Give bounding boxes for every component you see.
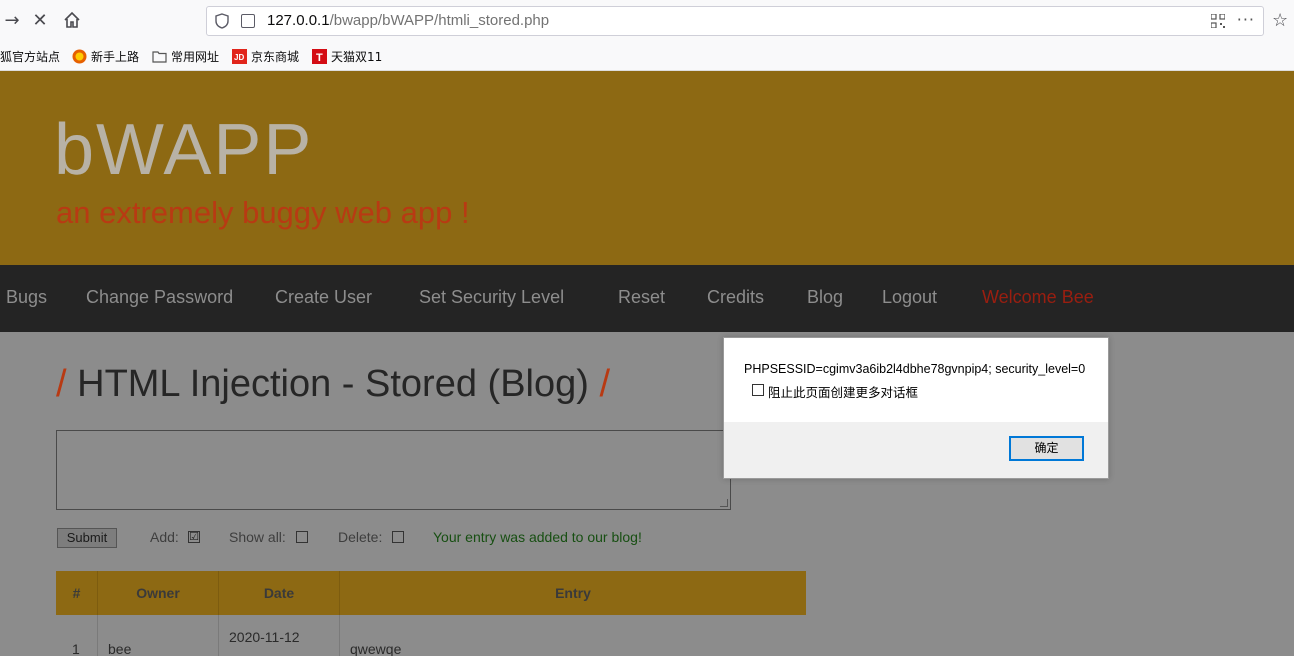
page-actions-icon[interactable]: ···	[1237, 10, 1255, 29]
bookmark-label: 狐官方站点	[0, 50, 61, 64]
site-logo: bWAPP	[54, 110, 314, 190]
header-owner: Owner	[98, 571, 219, 615]
menu-logout[interactable]: Logout	[882, 287, 937, 308]
resize-grip-icon[interactable]	[720, 499, 728, 507]
prevent-dialogs-checkbox[interactable]	[752, 384, 764, 396]
tracking-shield-icon[interactable]	[215, 13, 229, 29]
title-text: HTML Injection - Stored (Blog)	[77, 363, 589, 405]
ok-button[interactable]: 确定	[1009, 436, 1084, 461]
delete-checkbox[interactable]	[392, 531, 404, 543]
url-path: /bwapp/bWAPP/htmli_stored.php	[329, 12, 550, 29]
cell-date: 2020-11-12	[219, 615, 340, 656]
blog-entry-textarea[interactable]	[56, 430, 731, 510]
table-row: 1 bee 2020-11-12 qwewqe	[56, 615, 806, 656]
qr-code-icon[interactable]	[1211, 14, 1225, 28]
title-slash-right: /	[599, 363, 611, 405]
folder-icon	[152, 51, 167, 63]
svg-text:T: T	[316, 52, 323, 64]
home-icon[interactable]	[60, 8, 84, 32]
jd-logo-icon: JD	[232, 49, 247, 64]
status-message: Your entry was added to our blog!	[433, 529, 642, 545]
menu-create-user[interactable]: Create User	[275, 287, 372, 308]
bookmark-common-sites[interactable]: 常用网址	[152, 48, 219, 65]
cell-number: 1	[56, 615, 98, 656]
page-info-icon[interactable]	[241, 14, 255, 28]
menu-reset[interactable]: Reset	[618, 287, 665, 308]
page-title: / HTML Injection - Stored (Blog) /	[56, 363, 610, 406]
url-host: 127.0.0.1	[267, 12, 330, 29]
title-slash-left: /	[56, 363, 67, 405]
dialog-body: PHPSESSID=cgimv3a6ib2l4dbhe78gvnpip4; se…	[724, 338, 1108, 422]
delete-label: Delete:	[338, 529, 383, 545]
bookmark-label: 新手上路	[91, 50, 140, 64]
welcome-user: Welcome Bee	[982, 287, 1094, 307]
address-bar[interactable]: 127.0.0.1/bwapp/bWAPP/htmli_stored.php ·…	[206, 6, 1264, 36]
header-number: #	[56, 571, 98, 615]
alert-dialog: PHPSESSID=cgimv3a6ib2l4dbhe78gvnpip4; se…	[723, 337, 1109, 479]
svg-text:JD: JD	[234, 53, 244, 62]
bookmark-label: 京东商城	[251, 50, 300, 64]
forward-arrow-icon[interactable]: →	[0, 8, 24, 32]
submit-button[interactable]: Submit	[57, 528, 117, 548]
prevent-dialogs-label[interactable]: 阻止此页面创建更多对话框	[768, 382, 918, 401]
bookmark-tmall[interactable]: T 天猫双11	[312, 48, 382, 65]
bookmark-official-site[interactable]: 狐官方站点	[0, 48, 60, 65]
table-header: # Owner Date Entry	[56, 571, 806, 615]
menu-set-security-level[interactable]: Set Security Level	[419, 287, 564, 308]
bookmark-star-icon[interactable]: ☆	[1272, 10, 1288, 31]
add-checkbox[interactable]: ☑	[188, 531, 200, 543]
header-entry: Entry	[555, 585, 591, 601]
tmall-logo-icon: T	[312, 49, 327, 64]
url-text[interactable]: 127.0.0.1/bwapp/bWAPP/htmli_stored.php	[267, 12, 549, 29]
add-label: Add:	[150, 529, 179, 545]
browser-toolbar: → ✕ 127.0.0.1/bwapp/bWAPP/htmli_stored.p…	[0, 0, 1294, 42]
site-header: bWAPP an extremely buggy web app !	[0, 71, 1294, 265]
cell-entry: qwewqe	[350, 641, 402, 656]
bookmarks-bar: 狐官方站点 新手上路 常用网址 JD 京东商城 T 天猫双11	[0, 42, 1294, 71]
menu-blog[interactable]: Blog	[807, 287, 843, 308]
show-all-checkbox[interactable]	[296, 531, 308, 543]
stop-loading-icon[interactable]: ✕	[28, 8, 52, 32]
dialog-message: PHPSESSID=cgimv3a6ib2l4dbhe78gvnpip4; se…	[744, 362, 1086, 376]
menu-credits[interactable]: Credits	[707, 287, 764, 308]
firefox-icon	[72, 49, 87, 64]
cell-owner: bee	[98, 615, 219, 656]
main-menu: Bugs Change Password Create User Set Sec…	[0, 265, 1294, 332]
show-all-label: Show all:	[229, 529, 286, 545]
bookmark-jd[interactable]: JD 京东商城	[232, 48, 299, 65]
menu-change-password[interactable]: Change Password	[86, 287, 233, 308]
site-tagline: an extremely buggy web app !	[56, 195, 470, 230]
bookmark-getting-started[interactable]: 新手上路	[72, 48, 139, 65]
bookmark-label: 天猫双11	[331, 50, 383, 64]
bookmark-label: 常用网址	[171, 50, 220, 64]
header-date: Date	[219, 571, 340, 615]
menu-bugs[interactable]: Bugs	[6, 287, 47, 308]
